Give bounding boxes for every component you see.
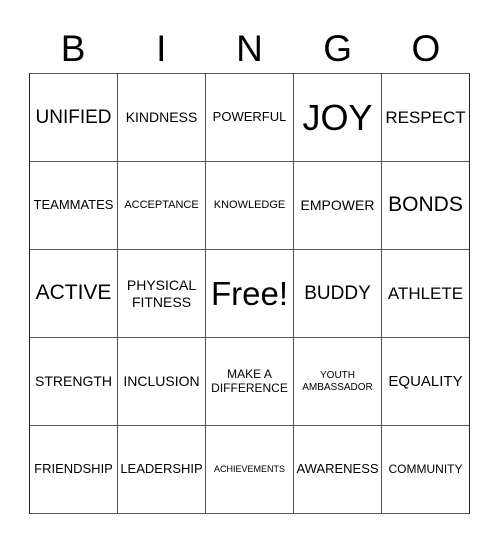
free-space-cell[interactable]: Free! (206, 250, 294, 338)
bingo-cell[interactable]: BONDS (382, 162, 470, 250)
header-letter-g: G (323, 28, 353, 69)
bingo-cell[interactable]: BUDDY (294, 250, 382, 338)
bingo-card-grid: UNIFIED KINDNESS POWERFUL JOY RESPECT TE… (29, 73, 470, 514)
bingo-cell[interactable]: MAKE A DIFFERENCE (206, 338, 294, 426)
bingo-cell[interactable]: TEAMMATES (30, 162, 118, 250)
bingo-cell[interactable]: ACHIEVEMENTS (206, 426, 294, 514)
bingo-cell[interactable]: JOY (294, 74, 382, 162)
bingo-cell[interactable]: STRENGTH (30, 338, 118, 426)
bingo-header: B I N G O (29, 26, 470, 72)
bingo-cell[interactable]: ACCEPTANCE (118, 162, 206, 250)
header-letter-b: B (60, 28, 86, 69)
bingo-cell[interactable]: POWERFUL (206, 74, 294, 162)
bingo-cell[interactable]: ATHLETE (382, 250, 470, 338)
bingo-cell[interactable]: PHYSICAL FITNESS (118, 250, 206, 338)
header-letter-o: O (411, 28, 441, 69)
bingo-cell[interactable]: KINDNESS (118, 74, 206, 162)
bingo-cell[interactable]: COMMUNITY (382, 426, 470, 514)
header-letter-i: I (156, 28, 167, 69)
bingo-cell[interactable]: UNIFIED (30, 74, 118, 162)
bingo-cell[interactable]: KNOWLEDGE (206, 162, 294, 250)
bingo-cell[interactable]: YOUTH AMBASSADOR (294, 338, 382, 426)
bingo-cell[interactable]: LEADERSHIP (118, 426, 206, 514)
bingo-cell[interactable]: AWARENESS (294, 426, 382, 514)
bingo-cell[interactable]: EQUALITY (382, 338, 470, 426)
bingo-cell[interactable]: ACTIVE (30, 250, 118, 338)
header-letter-n: N (236, 28, 263, 69)
bingo-cell[interactable]: INCLUSION (118, 338, 206, 426)
bingo-cell[interactable]: FRIENDSHIP (30, 426, 118, 514)
bingo-cell[interactable]: EMPOWER (294, 162, 382, 250)
bingo-cell[interactable]: RESPECT (382, 74, 470, 162)
